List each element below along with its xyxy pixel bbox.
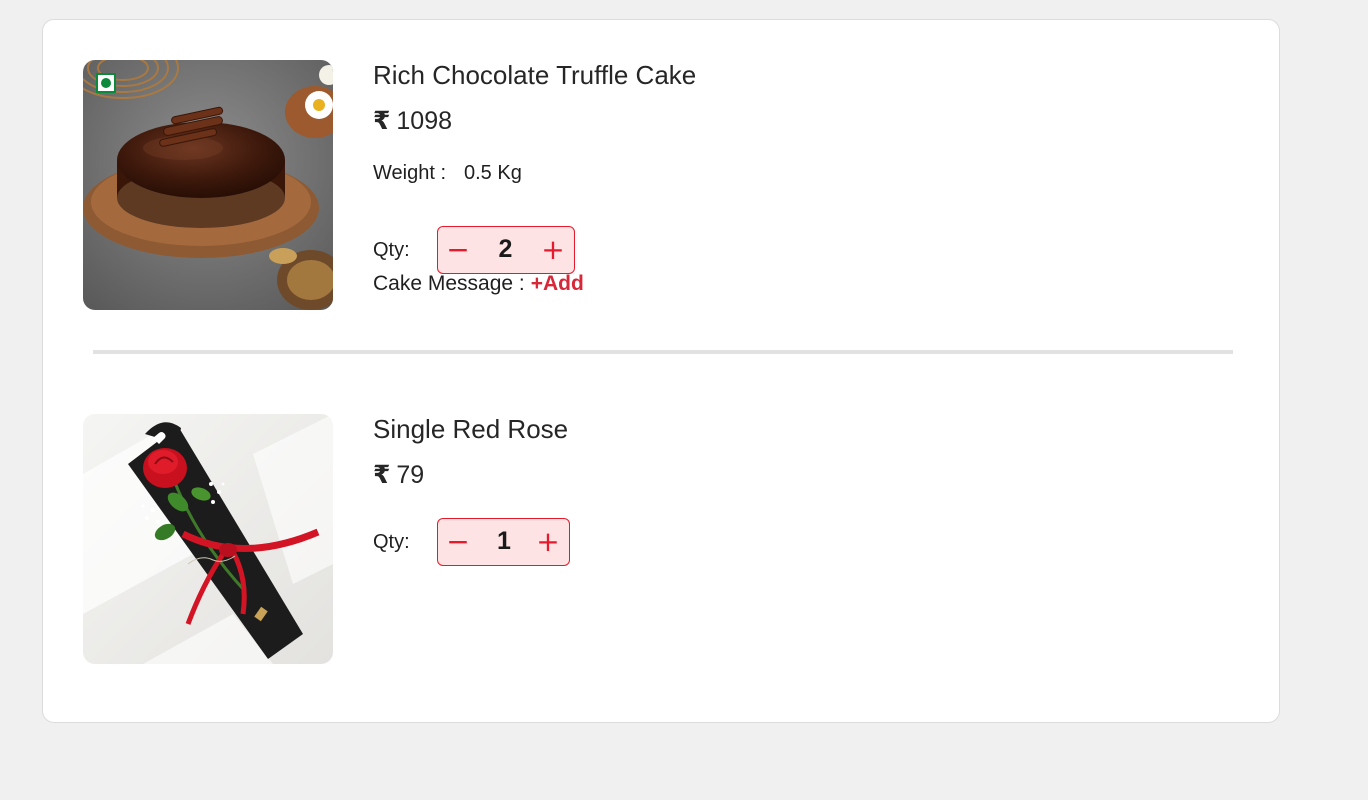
- item-divider: [93, 350, 1233, 354]
- product-price: ₹1098: [373, 106, 452, 136]
- cake-message-row: Cake Message : +Add: [373, 271, 584, 297]
- quantity-stepper: − 1 +: [437, 518, 570, 566]
- product-image-red-rose[interactable]: [83, 414, 333, 664]
- add-cake-message-link[interactable]: +Add: [531, 272, 584, 295]
- rupee-icon: ₹: [373, 461, 391, 489]
- price-value: 79: [396, 461, 425, 489]
- weight-row: Weight : 0.5 Kg: [373, 161, 522, 185]
- product-image-chocolate-cake[interactable]: [83, 60, 333, 310]
- rupee-icon: ₹: [373, 107, 391, 135]
- quantity-value: 1: [497, 527, 511, 555]
- weight-value: 0.5 Kg: [464, 162, 522, 184]
- increase-quantity-button[interactable]: +: [533, 227, 573, 272]
- quantity-stepper: − 2 +: [437, 226, 575, 274]
- product-name[interactable]: Single Red Rose: [373, 414, 568, 444]
- qty-label: Qty:: [373, 239, 410, 261]
- quantity-value: 2: [498, 235, 513, 263]
- qty-label: Qty:: [373, 531, 410, 553]
- product-price: ₹79: [373, 460, 424, 490]
- decrease-quantity-button[interactable]: −: [438, 519, 478, 564]
- chocolate-cake-image: [83, 60, 333, 310]
- cake-message-label: Cake Message :: [373, 272, 525, 295]
- increase-quantity-button[interactable]: +: [528, 519, 568, 564]
- price-value: 1098: [396, 107, 453, 135]
- veg-mark-icon: [96, 73, 116, 93]
- product-name[interactable]: Rich Chocolate Truffle Cake: [373, 60, 696, 90]
- red-rose-image: [83, 414, 333, 664]
- decrease-quantity-button[interactable]: −: [438, 227, 478, 272]
- weight-label: Weight :: [373, 162, 446, 184]
- cart-card: Rich Chocolate Truffle Cake ₹1098 Weight…: [42, 19, 1280, 723]
